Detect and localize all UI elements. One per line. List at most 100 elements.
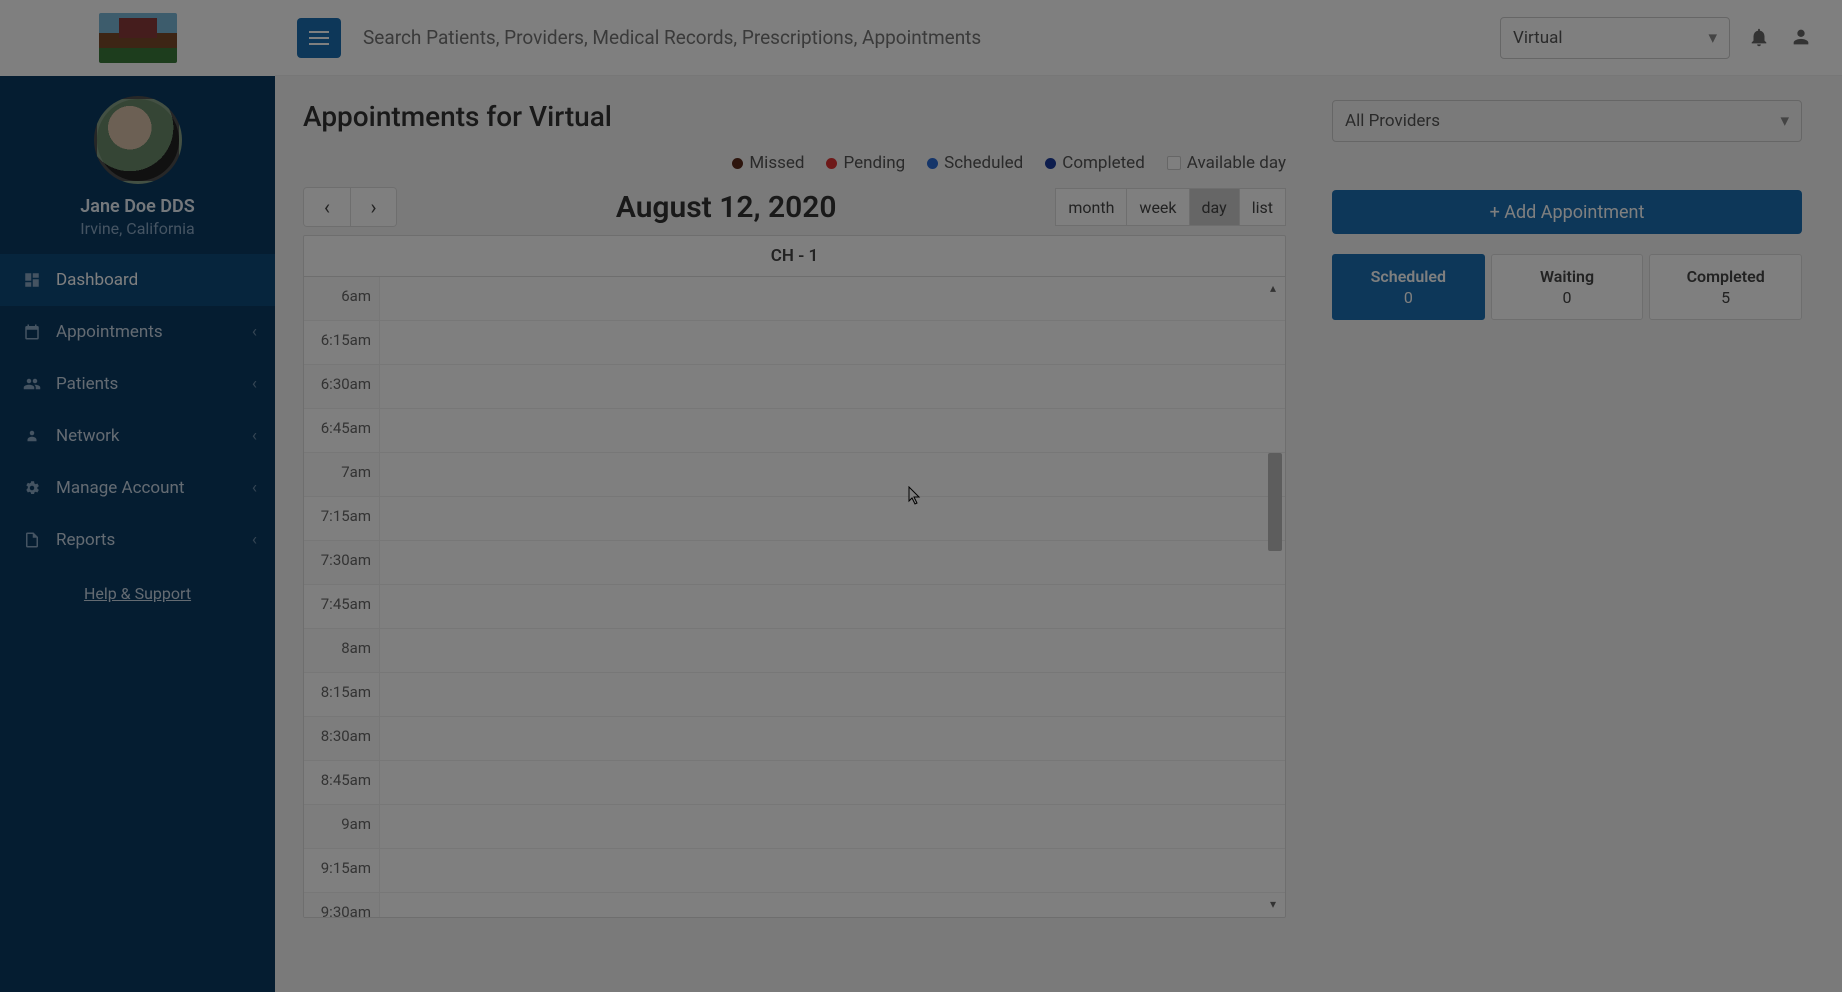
calendar-row[interactable]: 8:30am: [304, 717, 1285, 761]
time-label: 9am: [304, 805, 380, 848]
help-block: Help & Support: [0, 566, 275, 621]
calendar-row[interactable]: 6:30am: [304, 365, 1285, 409]
calendar-row[interactable]: 9:15am: [304, 849, 1285, 893]
view-list[interactable]: list: [1240, 188, 1286, 226]
legend-missed: Missed: [732, 153, 804, 173]
time-slot[interactable]: [380, 541, 1285, 584]
reports-icon: [22, 530, 42, 550]
provider-selected-value: All Providers: [1345, 111, 1440, 131]
gear-icon: [22, 478, 42, 498]
calendar-row[interactable]: 7am: [304, 453, 1285, 497]
time-label: 7am: [304, 453, 380, 496]
time-label: 9:15am: [304, 849, 380, 892]
nav-list: Dashboard Appointments ‹ Patients ‹: [0, 254, 275, 566]
time-label: 6:30am: [304, 365, 380, 408]
prev-button[interactable]: ‹: [304, 188, 350, 226]
calendar-row[interactable]: 6:15am: [304, 321, 1285, 365]
nav-item-patients[interactable]: Patients ‹: [0, 358, 275, 410]
time-slot[interactable]: [380, 277, 1285, 320]
view-day[interactable]: day: [1190, 188, 1240, 226]
right-column: All Providers ▾ + Add Appointment Schedu…: [1332, 100, 1802, 968]
calendar-row[interactable]: 8:15am: [304, 673, 1285, 717]
calendar-row[interactable]: 9:30am: [304, 893, 1285, 917]
provider-select[interactable]: All Providers ▾: [1332, 100, 1802, 142]
bell-icon[interactable]: [1748, 26, 1772, 50]
time-slot[interactable]: [380, 717, 1285, 760]
square-icon: [1167, 156, 1181, 170]
calendar-row[interactable]: 8am: [304, 629, 1285, 673]
app-root: Jane Doe DDS Irvine, California Dashboar…: [0, 0, 1842, 992]
time-slot[interactable]: [380, 453, 1285, 496]
time-slot[interactable]: [380, 321, 1285, 364]
add-appointment-button[interactable]: + Add Appointment: [1332, 190, 1802, 234]
status-tab-waiting[interactable]: Waiting 0: [1491, 254, 1644, 320]
calendar-row[interactable]: 8:45am: [304, 761, 1285, 805]
caret-down-icon: ▾: [1708, 28, 1717, 48]
time-label: 7:45am: [304, 585, 380, 628]
user-icon[interactable]: [1790, 26, 1814, 50]
calendar-nav: ‹ ›: [303, 187, 397, 227]
time-slot[interactable]: [380, 673, 1285, 716]
dot-icon: [826, 158, 837, 169]
dashboard-icon: [22, 270, 42, 290]
calendar-body: ▴ 6am6:15am6:30am6:45am7am7:15am7:30am7:…: [304, 277, 1285, 917]
time-slot[interactable]: [380, 497, 1285, 540]
nav-item-manage-account[interactable]: Manage Account ‹: [0, 462, 275, 514]
profile-location: Irvine, California: [10, 219, 265, 238]
view-month[interactable]: month: [1055, 188, 1127, 226]
time-slot[interactable]: [380, 365, 1285, 408]
hamburger-button[interactable]: [297, 18, 341, 58]
help-support-link[interactable]: Help & Support: [84, 584, 191, 603]
time-slot[interactable]: [380, 805, 1285, 848]
scroll-up-icon[interactable]: ▴: [1265, 281, 1281, 297]
sidebar: Jane Doe DDS Irvine, California Dashboar…: [0, 0, 275, 992]
nav-label: Appointments: [56, 322, 163, 342]
nav-label: Manage Account: [56, 478, 184, 498]
calendar-date-title: August 12, 2020: [397, 190, 1055, 225]
nav-label: Patients: [56, 374, 118, 394]
network-icon: [22, 426, 42, 446]
next-button[interactable]: ›: [350, 188, 396, 226]
profile-block: Jane Doe DDS Irvine, California: [0, 76, 275, 254]
calendar-row[interactable]: 6am: [304, 277, 1285, 321]
nav-item-network[interactable]: Network ‹: [0, 410, 275, 462]
chevron-left-icon: ‹: [252, 478, 257, 498]
nav-item-dashboard[interactable]: Dashboard: [0, 254, 275, 306]
status-tab-completed[interactable]: Completed 5: [1649, 254, 1802, 320]
chevron-left-icon: ‹: [252, 322, 257, 342]
calendar-row[interactable]: 7:15am: [304, 497, 1285, 541]
location-select[interactable]: Virtual ▾: [1500, 17, 1730, 59]
time-slot[interactable]: [380, 893, 1285, 917]
legend-completed: Completed: [1045, 153, 1145, 173]
legend: Missed Pending Scheduled Completed Avail…: [303, 153, 1286, 173]
calendar-rows[interactable]: 6am6:15am6:30am6:45am7am7:15am7:30am7:45…: [304, 277, 1285, 917]
nav-label: Dashboard: [56, 270, 138, 290]
patients-icon: [22, 374, 42, 394]
status-tab-scheduled[interactable]: Scheduled 0: [1332, 254, 1485, 320]
time-slot[interactable]: [380, 629, 1285, 672]
content: Appointments for Virtual Missed Pending …: [275, 76, 1842, 992]
avatar[interactable]: [94, 96, 182, 184]
status-tabs: Scheduled 0 Waiting 0 Completed 5: [1332, 254, 1802, 320]
scroll-down-icon[interactable]: ▾: [1265, 897, 1281, 913]
time-slot[interactable]: [380, 761, 1285, 804]
search-input[interactable]: [359, 18, 1482, 57]
scrollbar-thumb[interactable]: [1268, 453, 1282, 551]
time-slot[interactable]: [380, 409, 1285, 452]
nav-item-reports[interactable]: Reports ‹: [0, 514, 275, 566]
nav-item-appointments[interactable]: Appointments ‹: [0, 306, 275, 358]
calendar-row[interactable]: 9am: [304, 805, 1285, 849]
time-slot[interactable]: [380, 585, 1285, 628]
calendar-row[interactable]: 6:45am: [304, 409, 1285, 453]
view-week[interactable]: week: [1127, 188, 1189, 226]
calendar-icon: [22, 322, 42, 342]
time-slot[interactable]: [380, 849, 1285, 892]
logo[interactable]: [0, 0, 275, 76]
calendar-row[interactable]: 7:45am: [304, 585, 1285, 629]
chevron-left-icon: ‹: [252, 530, 257, 550]
page-title: Appointments for Virtual: [303, 100, 1286, 133]
profile-name: Jane Doe DDS: [10, 196, 265, 217]
view-switcher: month week day list: [1055, 188, 1286, 226]
dot-icon: [1045, 158, 1056, 169]
calendar-row[interactable]: 7:30am: [304, 541, 1285, 585]
